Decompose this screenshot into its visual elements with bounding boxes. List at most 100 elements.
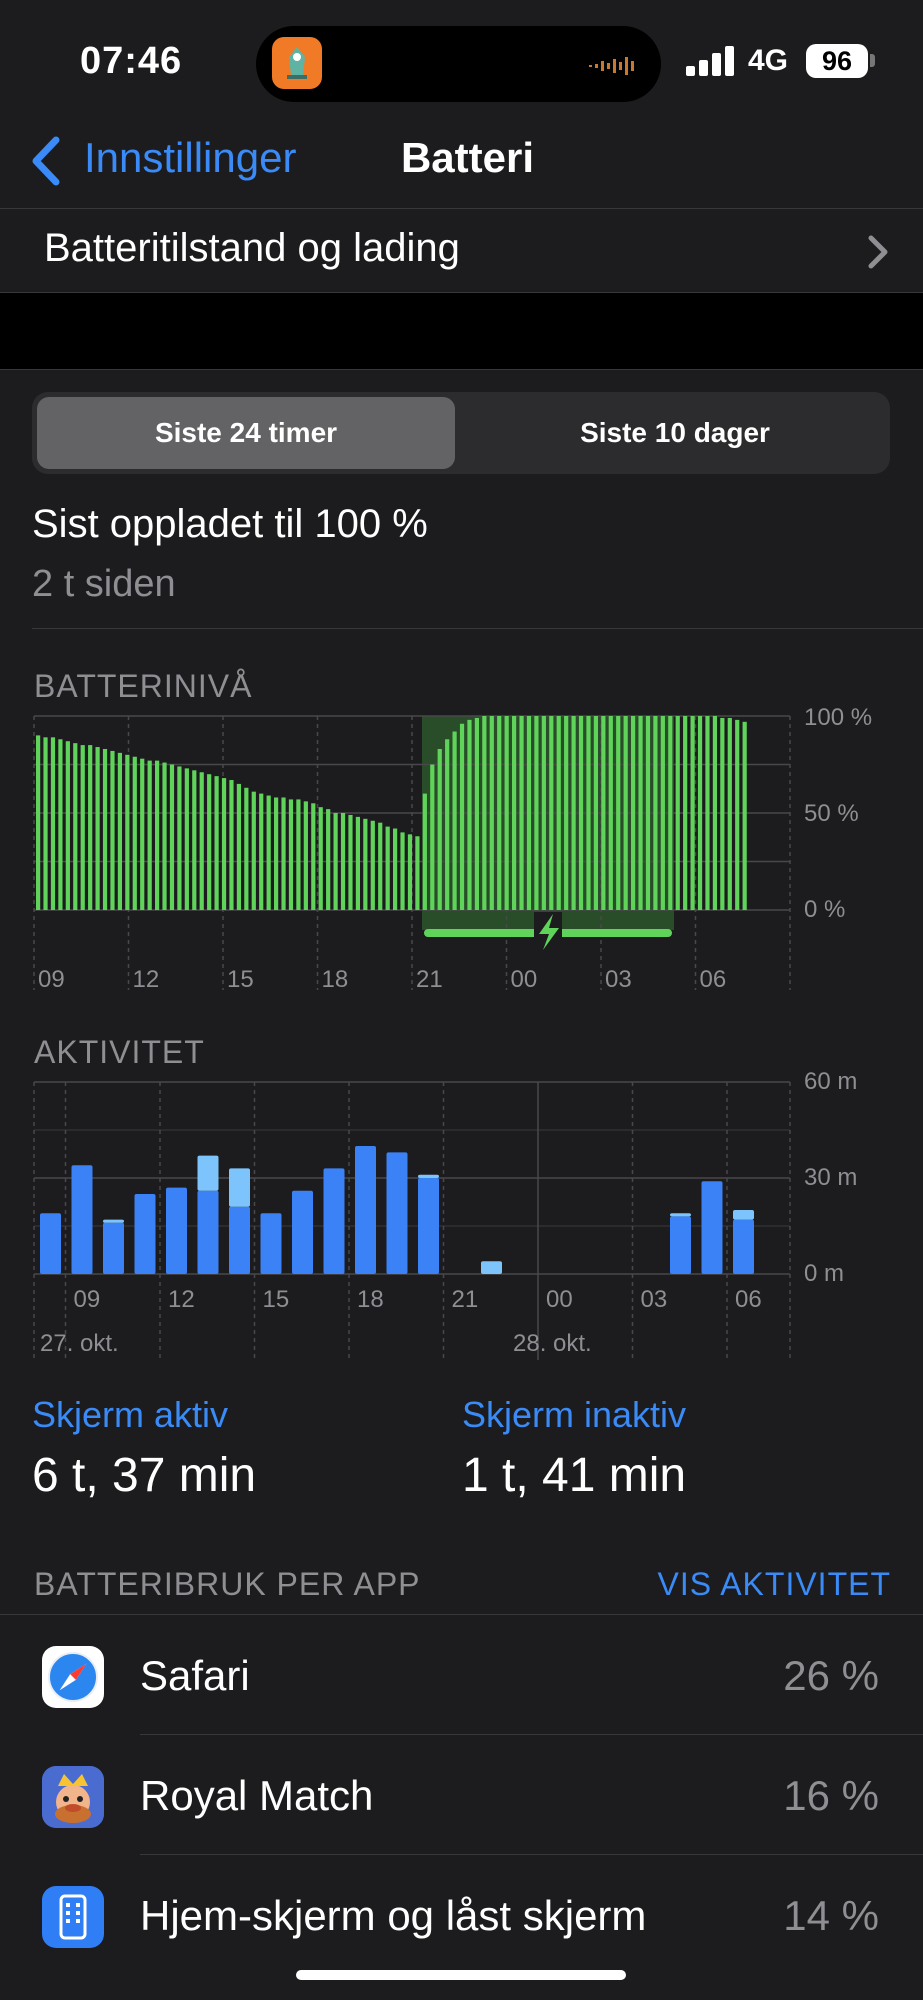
charging-highlight [422,716,674,930]
battery-bar [169,764,175,910]
battery-bar [192,770,197,910]
activity-title: AKTIVITET [34,1034,205,1070]
activity-y-tick-0: 0 m [804,1260,845,1287]
activity-bar-active [323,1168,345,1274]
battery-bar [155,760,160,910]
battery-bar [430,764,435,910]
battery-bar [303,801,308,910]
battery-x-tick: 00 [510,966,538,993]
battery-bar [675,716,680,910]
battery-bar [556,716,561,910]
battery-y-tick-100: 100 % [804,704,873,731]
battery-bar [571,716,576,910]
screen-active-label: Skjerm aktiv [32,1394,229,1435]
group-gap [0,293,923,369]
live-activity-app-icon[interactable] [272,37,322,89]
battery-bar [296,799,301,910]
chevron-right-icon [868,235,888,269]
battery-bar [385,826,390,910]
battery-bar [244,787,249,910]
screen-inactive-value: 1 t, 41 min [462,1449,687,1502]
activity-x-tick: 09 [73,1286,101,1313]
activity-x-tick: 00 [546,1286,573,1313]
app-row-home-lock-screen[interactable]: Hjem-skjerm og låst skjerm 14 % [0,1856,923,1976]
battery-bar [378,822,383,910]
activity-bar-active [701,1181,723,1274]
battery-y-tick-0: 0 % [804,896,846,923]
battery-bar [645,716,651,910]
app-percent: 16 % [783,1772,879,1819]
battery-bar [660,716,665,910]
activity-bar-active [103,1222,124,1274]
royal-match-icon [42,1766,104,1828]
battery-bar [541,716,546,910]
battery-x-tick: 03 [605,966,632,993]
screen-inactive-label: Skjerm inaktiv [462,1394,687,1435]
battery-bar [593,716,599,910]
battery-bar [459,723,465,910]
battery-bar [162,762,167,910]
battery-bar [623,716,628,910]
dynamic-island[interactable] [256,26,661,102]
battery-bar [229,780,234,910]
safari-icon [42,1646,104,1708]
app-name: Safari [140,1652,250,1699]
battery-health-label: Batteritilstand og lading [44,226,460,270]
app-percent: 14 % [783,1892,879,1939]
activity-bar-inactive [197,1155,219,1191]
battery-bar [88,745,93,910]
battery-x-tick: 21 [416,966,443,993]
activity-x-tick: 21 [451,1286,479,1313]
battery-bar [274,797,279,910]
activity-x-tick: 06 [735,1286,762,1313]
battery-bar [58,739,63,910]
battery-bar [184,768,189,910]
activity-bar-active [386,1152,408,1274]
tab-last-24-hours[interactable]: Siste 24 timer [37,392,455,474]
activity-bar-active [197,1190,219,1274]
battery-bar [422,793,427,910]
battery-bar [50,737,56,910]
battery-bar [742,721,747,910]
battery-bar [214,776,219,910]
activity-bar-active [292,1190,313,1274]
battery-indicator: 96 [806,44,868,78]
home-indicator[interactable] [296,1970,626,1980]
activity-bar-inactive [103,1219,124,1223]
activity-y-tick-60: 60 m [804,1068,858,1095]
activity-chart [33,1081,791,1360]
battery-health-row[interactable]: Batteritilstand og lading [0,210,923,292]
last-charged-title: Sist opp­ladet til 100 % [32,502,428,546]
battery-bar [400,832,405,910]
battery-bar [720,717,725,910]
battery-bar [415,836,420,910]
battery-bar [638,716,643,910]
battery-bar [348,814,353,910]
battery-bar [437,748,442,910]
battery-bar [474,717,480,910]
battery-bar [705,716,710,910]
battery-x-tick: 12 [132,966,160,993]
battery-bar [36,735,41,910]
audio-waveform-icon [589,57,634,75]
activity-bar-active [670,1216,691,1274]
activity-bar-active [71,1165,93,1274]
battery-bar [125,754,130,910]
tab-last-10-days[interactable]: Siste 10 dager [465,392,885,474]
activity-x-tick: 18 [357,1286,384,1313]
battery-bar [65,741,70,910]
home-lock-screen-icon [42,1886,104,1948]
battery-bar [526,716,532,910]
app-row-royal-match[interactable]: Royal Match 16 % [0,1736,923,1856]
divider [0,208,923,209]
app-row-safari[interactable]: Safari 26 % [0,1616,923,1736]
battery-bar [340,813,346,910]
activity-bar-active [40,1213,61,1274]
battery-bar [236,783,242,910]
activity-bar-inactive [229,1168,250,1207]
show-activity-button[interactable]: VIS AKTIVITET [658,1566,892,1603]
battery-bar [504,716,509,910]
activity-bar-active [166,1187,187,1274]
battery-bar [393,828,398,910]
divider [140,1734,923,1735]
